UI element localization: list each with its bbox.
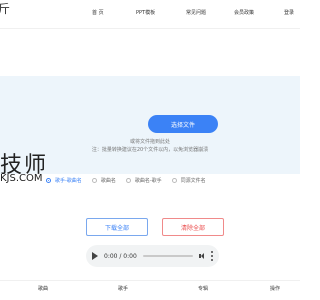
play-icon[interactable] xyxy=(92,252,98,260)
column-header-artist: 歌手 xyxy=(118,286,129,292)
naming-options: 歌手-歌曲名 歌曲名 歌曲名-歌手 同源文件名 xyxy=(46,175,266,185)
logo[interactable]: 斤 xyxy=(0,0,12,16)
radio-indicator xyxy=(46,177,51,183)
column-header-actions: 操作 xyxy=(270,286,281,292)
radio-indicator xyxy=(91,177,97,183)
radio-option-artist-title[interactable]: 歌手-歌曲名 xyxy=(46,177,82,184)
results-table-header: 歌曲 歌手 专辑 操作 xyxy=(0,280,300,297)
radio-label: 歌曲名-歌手 xyxy=(134,177,162,184)
watermark-domain: KJS.COM xyxy=(0,173,43,184)
header-divider xyxy=(0,28,300,29)
radio-option-title[interactable]: 歌曲名 xyxy=(91,177,116,184)
radio-label: 同源文件名 xyxy=(180,177,206,184)
clear-all-button[interactable]: 清除全部 xyxy=(162,218,224,236)
radio-option-source-filename[interactable]: 同源文件名 xyxy=(171,177,206,184)
drop-hint: 或将文件拖到此处 xyxy=(129,139,170,145)
more-options-icon[interactable] xyxy=(211,251,213,261)
column-header-album: 专辑 xyxy=(198,286,209,292)
volume-icon[interactable] xyxy=(199,253,205,259)
radio-indicator xyxy=(171,177,177,183)
audio-player: 0:00 / 0:00 xyxy=(86,245,219,267)
nav-home[interactable]: 首 页 xyxy=(92,9,104,16)
radio-label: 歌曲名 xyxy=(100,177,116,184)
radio-label: 歌手-歌曲名 xyxy=(55,177,82,184)
download-all-button[interactable]: 下载全部 xyxy=(86,218,148,236)
nav-ppt-templates[interactable]: PPT模板 xyxy=(136,9,155,16)
seek-bar[interactable] xyxy=(142,255,193,257)
nav-membership[interactable]: 会员政策 xyxy=(234,9,254,16)
column-header-song: 歌曲 xyxy=(38,286,49,292)
radio-option-title-artist[interactable]: 歌曲名-歌手 xyxy=(125,177,162,184)
time-display: 0:00 / 0:00 xyxy=(104,252,137,260)
radio-indicator xyxy=(125,177,131,183)
nav-faq[interactable]: 常见问题 xyxy=(186,9,206,16)
nav-login[interactable]: 登录 xyxy=(284,9,294,16)
choose-file-button[interactable]: 选择文件 xyxy=(148,115,218,133)
